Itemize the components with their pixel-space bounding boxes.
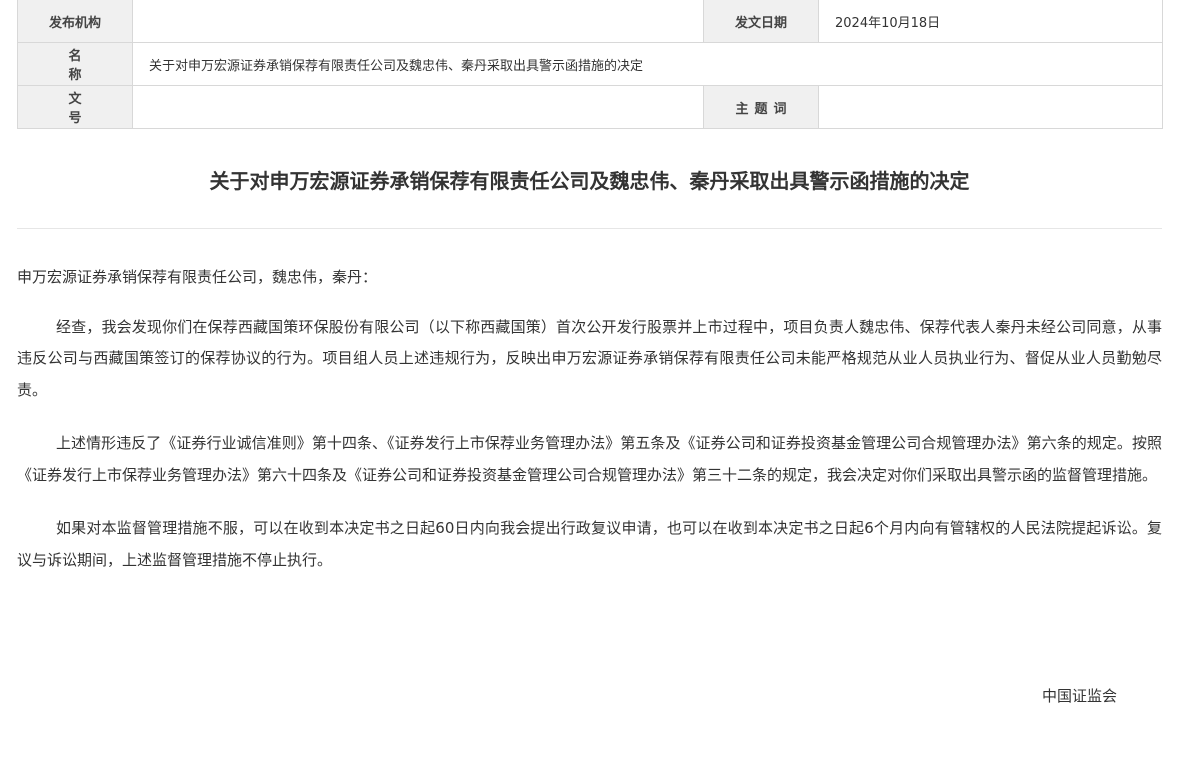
meta-row-name: 名 称 关于对申万宏源证券承销保荐有限责任公司及魏忠伟、秦丹采取出具警示函措施的… xyxy=(17,42,1163,86)
body-paragraph: 上述情形违反了《证券行业诚信准则》第十四条、《证券发行上市保荐业务管理办法》第五… xyxy=(17,434,1162,484)
keywords-value xyxy=(818,85,1163,129)
date-label: 发文日期 xyxy=(703,0,819,43)
publisher-value xyxy=(132,0,704,43)
meta-row-publisher: 发布机构 发文日期 2024年10月18日 xyxy=(17,0,1163,43)
signature: 中国证监会 xyxy=(1042,687,1118,705)
name-value: 关于对申万宏源证券承销保荐有限责任公司及魏忠伟、秦丹采取出具警示函措施的决定 xyxy=(132,42,1163,86)
docno-value xyxy=(132,85,704,129)
body-paragraph: 经查，我会发现你们在保荐西藏国策环保股份有限公司（以下称西藏国策）首次公开发行股… xyxy=(17,317,1162,399)
publisher-label: 发布机构 xyxy=(17,0,133,43)
meta-row-docno: 文 号 主题词 xyxy=(17,85,1163,129)
name-label: 名 称 xyxy=(17,42,133,86)
date-value: 2024年10月18日 xyxy=(818,0,1163,43)
document-body: 申万宏源证券承销保荐有限责任公司，魏忠伟，秦丹： 经查，我会发现你们在保荐西藏国… xyxy=(17,262,1162,598)
keywords-label: 主题词 xyxy=(703,85,819,129)
salutation: 申万宏源证券承销保荐有限责任公司，魏忠伟，秦丹： xyxy=(17,268,378,286)
docno-label: 文 号 xyxy=(17,85,133,129)
document-metadata-table: 发布机构 发文日期 2024年10月18日 名 称 关于对申万宏源证券承销保荐有… xyxy=(17,0,1163,129)
document-title: 关于对申万宏源证券承销保荐有限责任公司及魏忠伟、秦丹采取出具警示函措施的决定 xyxy=(209,169,970,193)
body-paragraph: 如果对本监督管理措施不服，可以在收到本决定书之日起60日内向我会提出行政复议申请… xyxy=(17,519,1162,569)
title-divider xyxy=(17,228,1162,229)
